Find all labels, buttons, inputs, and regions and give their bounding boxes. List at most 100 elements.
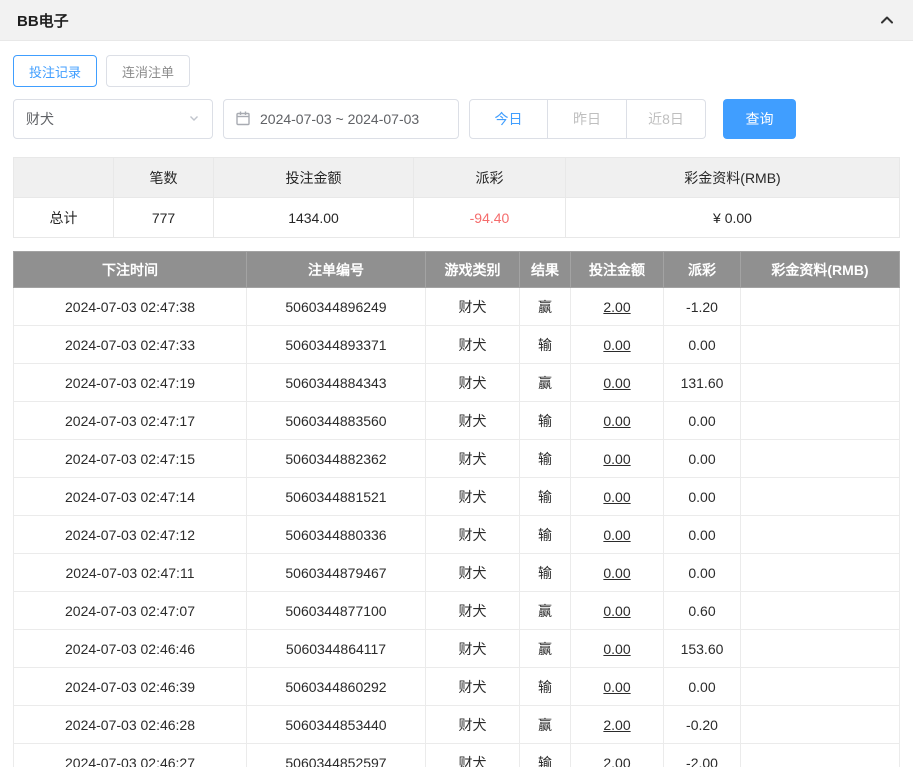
cell-bet-amount-link[interactable]: 0.00 [570, 553, 664, 592]
cell-bet-amount-link[interactable]: 0.00 [570, 667, 664, 706]
cell-order-id: 5060344860292 [246, 667, 426, 706]
calendar-icon [235, 110, 251, 129]
game-select[interactable]: 财犬 [13, 99, 213, 139]
yesterday-button[interactable]: 昨日 [548, 99, 627, 139]
cell-result: 输 [519, 667, 571, 706]
cell-bet-amount-link[interactable]: 0.00 [570, 515, 664, 554]
cell-payout: 0.60 [663, 591, 741, 630]
table-row: 2024-07-03 02:47:07 5060344877100 财犬 赢 0… [13, 591, 900, 630]
table-row: 2024-07-03 02:47:12 5060344880336 财犬 输 0… [13, 515, 900, 554]
cell-bet-time: 2024-07-03 02:47:07 [13, 591, 247, 630]
cell-order-id: 5060344879467 [246, 553, 426, 592]
cell-bet-time: 2024-07-03 02:47:38 [13, 287, 247, 326]
date-range-picker[interactable]: 2024-07-03 ~ 2024-07-03 [223, 99, 459, 139]
cell-order-id: 5060344877100 [246, 591, 426, 630]
summary-table: 笔数 投注金额 派彩 彩金资料(RMB) 总计 777 1434.00 -94.… [13, 157, 900, 238]
summary-total-label: 总计 [13, 197, 114, 238]
summary-total-payout: -94.40 [413, 197, 566, 238]
cell-bet-amount-link[interactable]: 0.00 [570, 477, 664, 516]
cell-order-id: 5060344864117 [246, 629, 426, 668]
summary-total-bonus: ¥ 0.00 [565, 197, 900, 238]
cell-payout: -0.20 [663, 705, 741, 744]
cell-game-type: 财犬 [425, 287, 520, 326]
cell-bet-time: 2024-07-03 02:46:39 [13, 667, 247, 706]
cell-bonus [740, 629, 900, 668]
cell-bet-amount-link[interactable]: 0.00 [570, 363, 664, 402]
table-row: 2024-07-03 02:47:15 5060344882362 财犬 输 0… [13, 439, 900, 478]
cell-bet-time: 2024-07-03 02:47:17 [13, 401, 247, 440]
cell-game-type: 财犬 [425, 401, 520, 440]
cell-bet-time: 2024-07-03 02:47:33 [13, 325, 247, 364]
query-button[interactable]: 查询 [723, 99, 796, 139]
cell-payout: 0.00 [663, 667, 741, 706]
cell-bonus [740, 401, 900, 440]
summary-total-bet-amount: 1434.00 [213, 197, 414, 238]
cell-bet-amount-link[interactable]: 0.00 [570, 591, 664, 630]
header-order-id: 注单编号 [246, 251, 426, 288]
bet-records-panel: BB电子 投注记录 连消注单 财犬 2024-07-03 ~ 2024-07-0… [0, 0, 913, 767]
cell-payout: 131.60 [663, 363, 741, 402]
cell-game-type: 财犬 [425, 629, 520, 668]
table-row: 2024-07-03 02:47:38 5060344896249 财犬 赢 2… [13, 287, 900, 326]
cell-game-type: 财犬 [425, 477, 520, 516]
cell-game-type: 财犬 [425, 325, 520, 364]
filter-row: 财犬 2024-07-03 ~ 2024-07-03 今日 昨日 近8日 查询 [13, 99, 900, 139]
summary-header-row: 笔数 投注金额 派彩 彩金资料(RMB) [13, 157, 900, 198]
cell-payout: 153.60 [663, 629, 741, 668]
cell-game-type: 财犬 [425, 705, 520, 744]
table-row: 2024-07-03 02:46:27 5060344852597 财犬 输 2… [13, 743, 900, 767]
cell-result: 赢 [519, 287, 571, 326]
header-bet-amount: 投注金额 [570, 251, 664, 288]
cell-result: 输 [519, 515, 571, 554]
cell-bet-amount-link[interactable]: 0.00 [570, 439, 664, 478]
cell-bonus [740, 515, 900, 554]
last-8-days-button[interactable]: 近8日 [627, 99, 706, 139]
cell-bet-amount-link[interactable]: 2.00 [570, 743, 664, 767]
today-button[interactable]: 今日 [469, 99, 548, 139]
cell-bet-amount-link[interactable]: 2.00 [570, 705, 664, 744]
panel-header: BB电子 [0, 0, 913, 41]
cell-order-id: 5060344884343 [246, 363, 426, 402]
table-row: 2024-07-03 02:46:39 5060344860292 财犬 输 0… [13, 667, 900, 706]
cell-result: 输 [519, 439, 571, 478]
tab-cancelled-orders[interactable]: 连消注单 [106, 55, 191, 87]
cell-order-id: 5060344882362 [246, 439, 426, 478]
cell-game-type: 财犬 [425, 591, 520, 630]
bet-table: 下注时间 注单编号 游戏类别 结果 投注金额 派彩 彩金资料(RMB) 2024… [13, 251, 900, 767]
cell-bet-time: 2024-07-03 02:47:14 [13, 477, 247, 516]
collapse-chevron-up-icon[interactable] [878, 11, 896, 29]
cell-order-id: 5060344883560 [246, 401, 426, 440]
chevron-down-icon [188, 111, 200, 127]
table-row: 2024-07-03 02:47:17 5060344883560 财犬 输 0… [13, 401, 900, 440]
cell-bet-amount-link[interactable]: 0.00 [570, 629, 664, 668]
cell-bonus [740, 553, 900, 592]
cell-payout: -1.20 [663, 287, 741, 326]
cell-bet-time: 2024-07-03 02:47:15 [13, 439, 247, 478]
cell-bet-amount-link[interactable]: 0.00 [570, 401, 664, 440]
cell-order-id: 5060344881521 [246, 477, 426, 516]
cell-bonus [740, 667, 900, 706]
tab-bet-records[interactable]: 投注记录 [13, 55, 98, 87]
header-bet-time: 下注时间 [13, 251, 247, 288]
cell-order-id: 5060344853440 [246, 705, 426, 744]
quick-date-button-group: 今日 昨日 近8日 [469, 99, 706, 139]
cell-game-type: 财犬 [425, 515, 520, 554]
cell-bonus [740, 477, 900, 516]
cell-result: 输 [519, 401, 571, 440]
cell-bet-time: 2024-07-03 02:47:11 [13, 553, 247, 592]
cell-game-type: 财犬 [425, 363, 520, 402]
cell-bet-amount-link[interactable]: 0.00 [570, 325, 664, 364]
cell-order-id: 5060344896249 [246, 287, 426, 326]
cell-bonus [740, 705, 900, 744]
cell-game-type: 财犬 [425, 667, 520, 706]
cell-bet-time: 2024-07-03 02:47:12 [13, 515, 247, 554]
cell-bonus [740, 743, 900, 767]
summary-header-bet-amount: 投注金额 [213, 157, 414, 198]
table-row: 2024-07-03 02:47:33 5060344893371 财犬 输 0… [13, 325, 900, 364]
bet-table-body: 2024-07-03 02:47:38 5060344896249 财犬 赢 2… [13, 287, 900, 767]
cell-bonus [740, 439, 900, 478]
cell-game-type: 财犬 [425, 553, 520, 592]
cell-bet-amount-link[interactable]: 2.00 [570, 287, 664, 326]
cell-bet-time: 2024-07-03 02:46:27 [13, 743, 247, 767]
cell-payout: 0.00 [663, 515, 741, 554]
